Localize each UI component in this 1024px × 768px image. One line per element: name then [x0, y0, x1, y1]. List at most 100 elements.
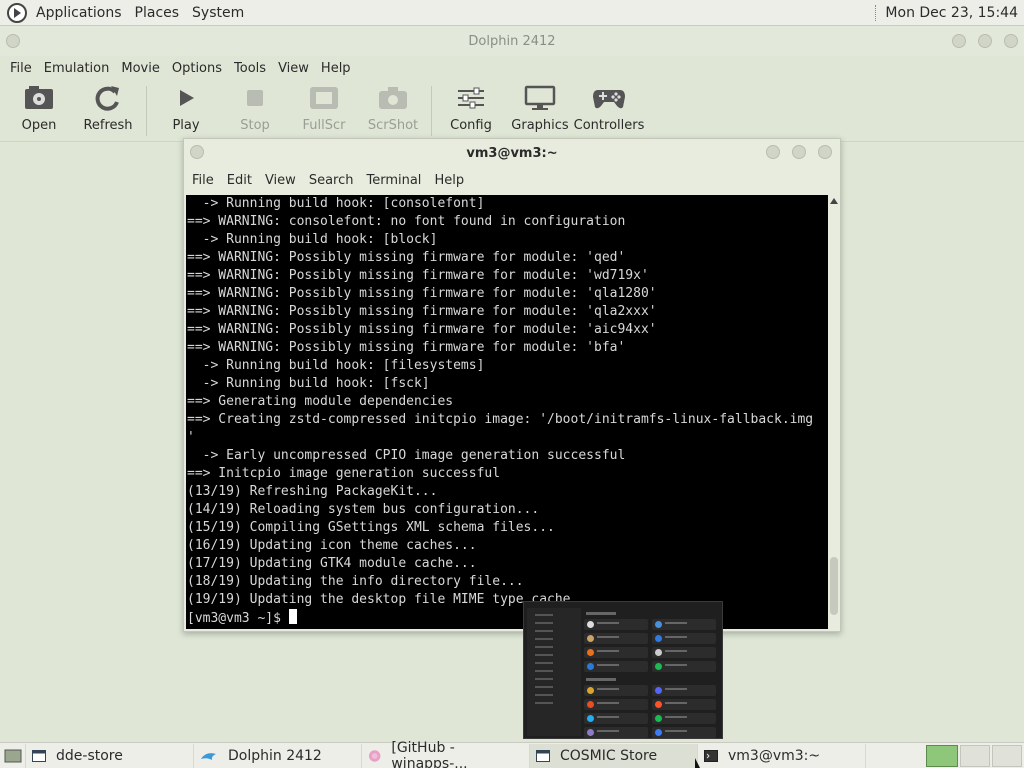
menu-view[interactable]: View	[272, 61, 315, 76]
window-icon	[536, 749, 550, 762]
taskbar-item-terminal[interactable]: vm3@vm3:~	[698, 743, 866, 768]
minimize-button[interactable]	[766, 145, 780, 159]
menu-help[interactable]: Help	[315, 61, 357, 76]
workspace-1[interactable]	[926, 745, 958, 767]
terminal-window: vm3@vm3:~ File Edit View Search Terminal…	[183, 138, 841, 632]
menu-movie[interactable]: Movie	[115, 61, 165, 76]
workspace-3[interactable]	[992, 745, 1022, 767]
toolbar-separator	[146, 86, 147, 136]
taskbar-item-dde-store[interactable]: dde-store	[26, 743, 194, 768]
scroll-up-icon[interactable]	[830, 198, 838, 204]
terminal-line: (14/19) Reloading system bus configurati…	[187, 502, 540, 517]
workspace-2[interactable]	[960, 745, 990, 767]
menu-options[interactable]: Options	[166, 61, 228, 76]
places-menu[interactable]: Places	[131, 5, 184, 21]
terminal-line: ==> WARNING: Possibly missing firmware f…	[187, 340, 626, 355]
stop-label: Stop	[240, 118, 270, 133]
camera-icon	[376, 84, 410, 112]
play-button[interactable]: Play	[155, 84, 217, 133]
menu-emulation[interactable]: Emulation	[38, 61, 116, 76]
terminal-line: (13/19) Refreshing PackageKit...	[187, 484, 438, 499]
terminal-menu-view[interactable]: View	[260, 173, 301, 188]
terminal-output[interactable]: -> Running build hook: [consolefont] ==>…	[186, 195, 828, 629]
terminal-cursor	[288, 609, 297, 624]
maximize-button[interactable]	[792, 145, 806, 159]
dolphin-icon	[201, 752, 216, 760]
terminal-line: (18/19) Updating the info directory file…	[187, 574, 524, 589]
maximize-button[interactable]	[978, 34, 992, 48]
open-button[interactable]: Open	[8, 84, 70, 133]
menu-file[interactable]: File	[4, 61, 38, 76]
terminal-line: ==> WARNING: Possibly missing firmware f…	[187, 250, 626, 265]
terminal-line: (19/19) Updating the desktop file MIME t…	[187, 592, 594, 607]
taskbar-item-cosmic-store[interactable]: COSMIC Store	[530, 743, 698, 768]
taskbar-item-dolphin[interactable]: Dolphin 2412	[194, 743, 362, 768]
terminal-menu-edit[interactable]: Edit	[222, 173, 257, 188]
dolphin-title: Dolphin 2412	[468, 34, 556, 49]
toolbar-separator	[431, 86, 432, 136]
dolphin-menubar: File Emulation Movie Options Tools View …	[0, 56, 1024, 80]
refresh-label: Refresh	[83, 118, 133, 133]
terminal-line: (17/19) Updating GTK4 module cache...	[187, 556, 477, 571]
terminal-menubar: File Edit View Search Terminal Help	[184, 167, 840, 193]
stop-icon	[238, 84, 272, 112]
play-label: Play	[172, 118, 200, 133]
scrollbar-thumb[interactable]	[830, 557, 838, 615]
terminal-line: ==> Generating module dependencies	[187, 394, 454, 409]
terminal-scrollbar[interactable]	[828, 195, 840, 629]
config-button[interactable]: Config	[440, 84, 502, 133]
terminal-menu-terminal[interactable]: Terminal	[361, 173, 426, 188]
taskbar-item-github-browser[interactable]: [GitHub - winapps-...	[362, 740, 530, 768]
graphics-label: Graphics	[511, 118, 569, 133]
applications-menu[interactable]: Applications	[32, 5, 126, 21]
clock[interactable]: Mon Dec 23, 15:44	[885, 5, 1018, 21]
screenshot-button[interactable]: ScrShot	[362, 84, 424, 133]
terminal-line: ==> WARNING: Possibly missing firmware f…	[187, 322, 657, 337]
terminal-line: -> Running build hook: [block]	[187, 232, 438, 247]
refresh-button[interactable]: Refresh	[77, 84, 139, 133]
window-icon	[32, 749, 46, 762]
controllers-button[interactable]: Controllers	[574, 84, 644, 133]
minimize-button[interactable]	[952, 34, 966, 48]
screenshot-label: ScrShot	[367, 118, 419, 133]
terminal-titlebar[interactable]: vm3@vm3:~	[184, 139, 840, 167]
system-menu[interactable]: System	[188, 5, 248, 21]
config-label: Config	[450, 118, 492, 133]
terminal-icon	[704, 749, 718, 762]
terminal-line: -> Running build hook: [filesystems]	[187, 358, 485, 373]
terminal-prompt-line[interactable]: [vm3@vm3 ~]$	[186, 609, 828, 627]
top-panel: Applications Places System Mon Dec 23, 1…	[0, 0, 1024, 26]
browser-icon	[368, 749, 381, 762]
taskbar-label: COSMIC Store	[560, 747, 658, 764]
terminal-line: ==> WARNING: Possibly missing firmware f…	[187, 268, 649, 283]
taskbar-label: dde-store	[56, 747, 123, 764]
terminal-prompt: [vm3@vm3 ~]$	[187, 611, 289, 626]
terminal-line: ==> WARNING: consolefont: no font found …	[187, 214, 626, 229]
window-preview-thumbnail[interactable]	[523, 601, 723, 739]
preview-sidebar	[527, 608, 581, 736]
terminal-line: -> Running build hook: [consolefont]	[187, 196, 485, 211]
close-button[interactable]	[1004, 34, 1018, 48]
preview-content	[584, 612, 720, 738]
terminal-title: vm3@vm3:~	[466, 146, 558, 161]
show-desktop-icon[interactable]	[0, 743, 26, 768]
taskbar-label: Dolphin 2412	[228, 747, 322, 764]
terminal-menu-help[interactable]: Help	[429, 173, 469, 188]
terminal-line: (16/19) Updating icon theme caches...	[187, 538, 477, 553]
monitor-icon	[523, 84, 557, 112]
play-icon	[169, 84, 203, 112]
terminal-menu-search[interactable]: Search	[304, 173, 359, 188]
fullscreen-button[interactable]: FullScr	[293, 84, 355, 133]
controllers-label: Controllers	[573, 118, 645, 133]
close-button[interactable]	[818, 145, 832, 159]
menu-tools[interactable]: Tools	[228, 61, 272, 76]
sliders-icon	[454, 84, 488, 112]
gamepad-icon	[592, 84, 626, 112]
mate-logo-icon[interactable]	[7, 2, 27, 23]
stop-button[interactable]: Stop	[224, 84, 286, 133]
dolphin-titlebar[interactable]: Dolphin 2412	[0, 26, 1024, 56]
terminal-line: -> Early uncompressed CPIO image generat…	[187, 448, 626, 463]
terminal-menu-file[interactable]: File	[187, 173, 219, 188]
terminal-line: -> Running build hook: [fsck]	[187, 376, 430, 391]
graphics-button[interactable]: Graphics	[509, 84, 571, 133]
